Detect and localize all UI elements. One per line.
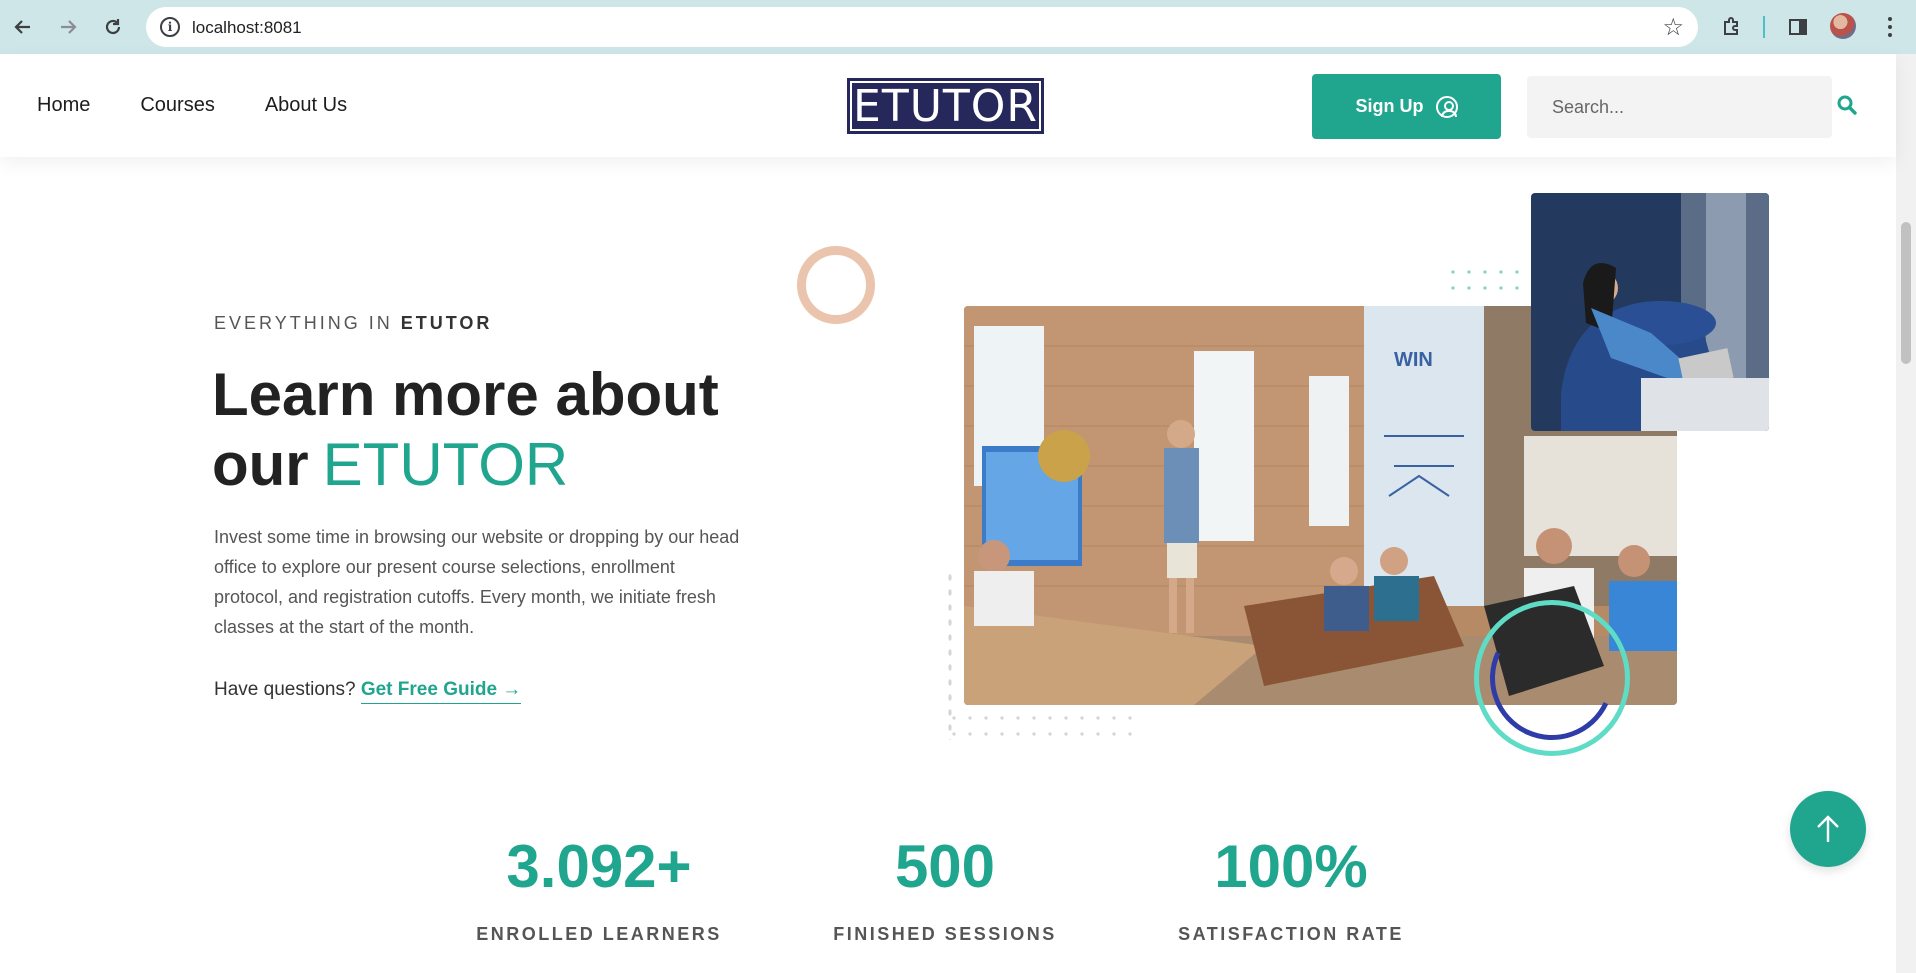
hero-title-line1: Learn more about <box>212 361 719 428</box>
stat-value: 100% <box>1214 833 1368 900</box>
stat-label: ENROLLED LEARNERS <box>476 924 722 944</box>
decorative-ring <box>797 246 875 324</box>
puzzle-icon <box>1724 17 1738 35</box>
address-bar[interactable]: i localhost:8081 ☆ <box>146 7 1698 47</box>
site-header: Home Courses About Us ETUTOR Sign Up <box>0 54 1896 157</box>
url-text: localhost:8081 <box>192 18 302 37</box>
svg-text:WIN: WIN <box>1394 349 1433 371</box>
stat-satisfaction-rate: 100% SATISFACTION RATE <box>1161 832 1421 945</box>
get-free-guide-link[interactable]: Get Free Guide → <box>360 679 522 704</box>
search-input[interactable] <box>1527 76 1832 138</box>
nav-courses[interactable]: Courses <box>140 94 214 117</box>
kebab-menu-icon[interactable] <box>1880 13 1900 41</box>
scrollbar-thumb[interactable] <box>1901 222 1911 364</box>
stat-value: 3.092+ <box>506 833 692 900</box>
site-logo[interactable]: ETUTOR <box>847 78 1044 134</box>
stat-label: FINISHED SESSIONS <box>833 924 1057 944</box>
arrow-right-icon <box>61 20 77 34</box>
stat-label: SATISFACTION RATE <box>1178 924 1404 944</box>
sign-up-button[interactable]: Sign Up <box>1312 74 1501 139</box>
eyebrow-brand: ETUTOR <box>400 313 493 333</box>
side-panel-button[interactable] <box>1784 13 1812 41</box>
forward-button[interactable] <box>54 13 82 41</box>
profile-avatar[interactable] <box>1830 13 1856 39</box>
guide-question: Have questions? <box>214 679 356 700</box>
main-nav: Home Courses About Us <box>37 94 347 117</box>
hero-description: Invest some time in browsing our website… <box>214 527 740 637</box>
stat-enrolled-learners: 3.092+ ENROLLED LEARNERS <box>469 832 729 945</box>
hero-title: Learn more about our ETUTOR <box>212 360 812 500</box>
decorative-dots <box>1445 264 1525 298</box>
search-button[interactable] <box>1834 92 1860 118</box>
toolbar-divider <box>1763 16 1765 38</box>
nav-about-us[interactable]: About Us <box>265 94 347 117</box>
star-icon[interactable]: ☆ <box>1662 13 1684 42</box>
hero-title-accent: ETUTOR <box>322 431 569 498</box>
stat-finished-sessions: 500 FINISHED SESSIONS <box>815 832 1075 945</box>
browser-toolbar: i localhost:8081 ☆ <box>0 0 1916 54</box>
hero-title-our: our <box>212 431 309 498</box>
sign-up-label: Sign Up <box>1355 96 1424 116</box>
reload-icon <box>105 19 121 35</box>
hero-eyebrow: EVERYTHING IN ETUTOR <box>214 313 492 334</box>
user-circle-icon <box>1435 95 1458 118</box>
arrow-left-icon <box>14 20 30 34</box>
side-panel-icon <box>1789 19 1807 35</box>
student-laptop-photo <box>1531 193 1769 431</box>
guide-line: Have questions? Get Free Guide → <box>214 679 522 704</box>
decorative-dots <box>946 710 1142 742</box>
info-icon[interactable]: i <box>160 17 180 37</box>
back-to-top-button[interactable] <box>1790 791 1866 867</box>
search-icon <box>1837 95 1857 115</box>
eyebrow-prefix: EVERYTHING IN <box>214 313 393 333</box>
reload-button[interactable] <box>99 13 127 41</box>
nav-home[interactable]: Home <box>37 94 90 117</box>
arrow-up-icon <box>1817 815 1839 842</box>
extensions-button[interactable] <box>1718 13 1746 41</box>
stat-value: 500 <box>894 833 996 900</box>
page-scrollbar[interactable] <box>1896 54 1916 973</box>
logo-text: ETUTOR <box>850 81 1041 132</box>
back-button[interactable] <box>9 13 37 41</box>
